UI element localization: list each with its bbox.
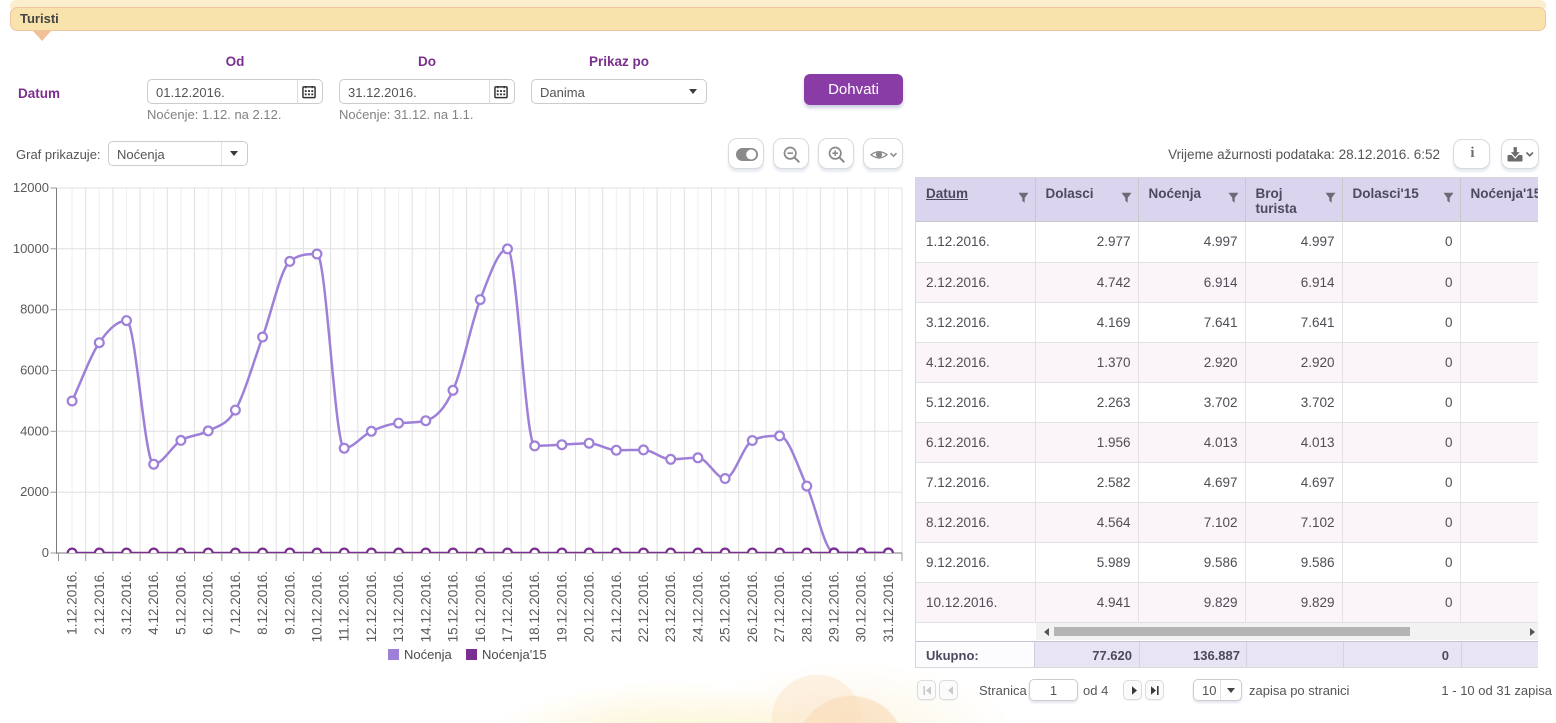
svg-text:18.12.2016.: 18.12.2016. [527,571,542,642]
svg-text:15.12.2016.: 15.12.2016. [446,571,461,642]
svg-text:28.12.2016.: 28.12.2016. [799,571,814,642]
svg-text:7.12.2016.: 7.12.2016. [228,571,243,635]
svg-text:13.12.2016.: 13.12.2016. [391,571,406,642]
svg-text:12.12.2016.: 12.12.2016. [364,571,379,642]
svg-text:2.12.2016.: 2.12.2016. [92,571,107,635]
svg-text:25.12.2016.: 25.12.2016. [718,571,733,642]
svg-text:30.12.2016.: 30.12.2016. [854,571,869,642]
svg-text:29.12.2016.: 29.12.2016. [827,571,842,642]
svg-text:3.12.2016.: 3.12.2016. [119,571,134,635]
svg-text:9.12.2016.: 9.12.2016. [282,571,297,635]
svg-text:21.12.2016.: 21.12.2016. [609,571,624,642]
svg-text:2000: 2000 [20,484,49,499]
svg-text:10.12.2016.: 10.12.2016. [310,571,325,642]
svg-text:16.12.2016.: 16.12.2016. [473,571,488,642]
svg-text:1.12.2016.: 1.12.2016. [65,571,80,635]
svg-text:26.12.2016.: 26.12.2016. [745,571,760,642]
svg-text:5.12.2016.: 5.12.2016. [173,571,188,635]
svg-text:14.12.2016.: 14.12.2016. [418,571,433,642]
svg-text:11.12.2016.: 11.12.2016. [337,571,352,641]
svg-text:31.12.2016.: 31.12.2016. [881,571,896,642]
svg-text:Noćenja: Noćenja [404,647,452,662]
svg-text:20.12.2016.: 20.12.2016. [582,571,597,642]
svg-text:23.12.2016.: 23.12.2016. [663,571,678,642]
svg-text:6000: 6000 [20,363,49,378]
svg-text:17.12.2016.: 17.12.2016. [500,571,515,642]
svg-text:8000: 8000 [20,302,49,317]
svg-text:4000: 4000 [20,423,49,438]
svg-text:19.12.2016.: 19.12.2016. [554,571,569,642]
svg-text:12000: 12000 [13,180,49,195]
svg-text:22.12.2016.: 22.12.2016. [636,571,651,642]
svg-text:24.12.2016.: 24.12.2016. [690,571,705,642]
svg-text:10000: 10000 [13,241,49,256]
svg-text:8.12.2016.: 8.12.2016. [255,571,270,635]
svg-text:0: 0 [42,545,49,560]
svg-text:27.12.2016.: 27.12.2016. [772,571,787,642]
svg-text:Noćenja'15: Noćenja'15 [482,647,547,662]
svg-text:6.12.2016.: 6.12.2016. [201,571,216,635]
svg-text:4.12.2016.: 4.12.2016. [146,571,161,635]
